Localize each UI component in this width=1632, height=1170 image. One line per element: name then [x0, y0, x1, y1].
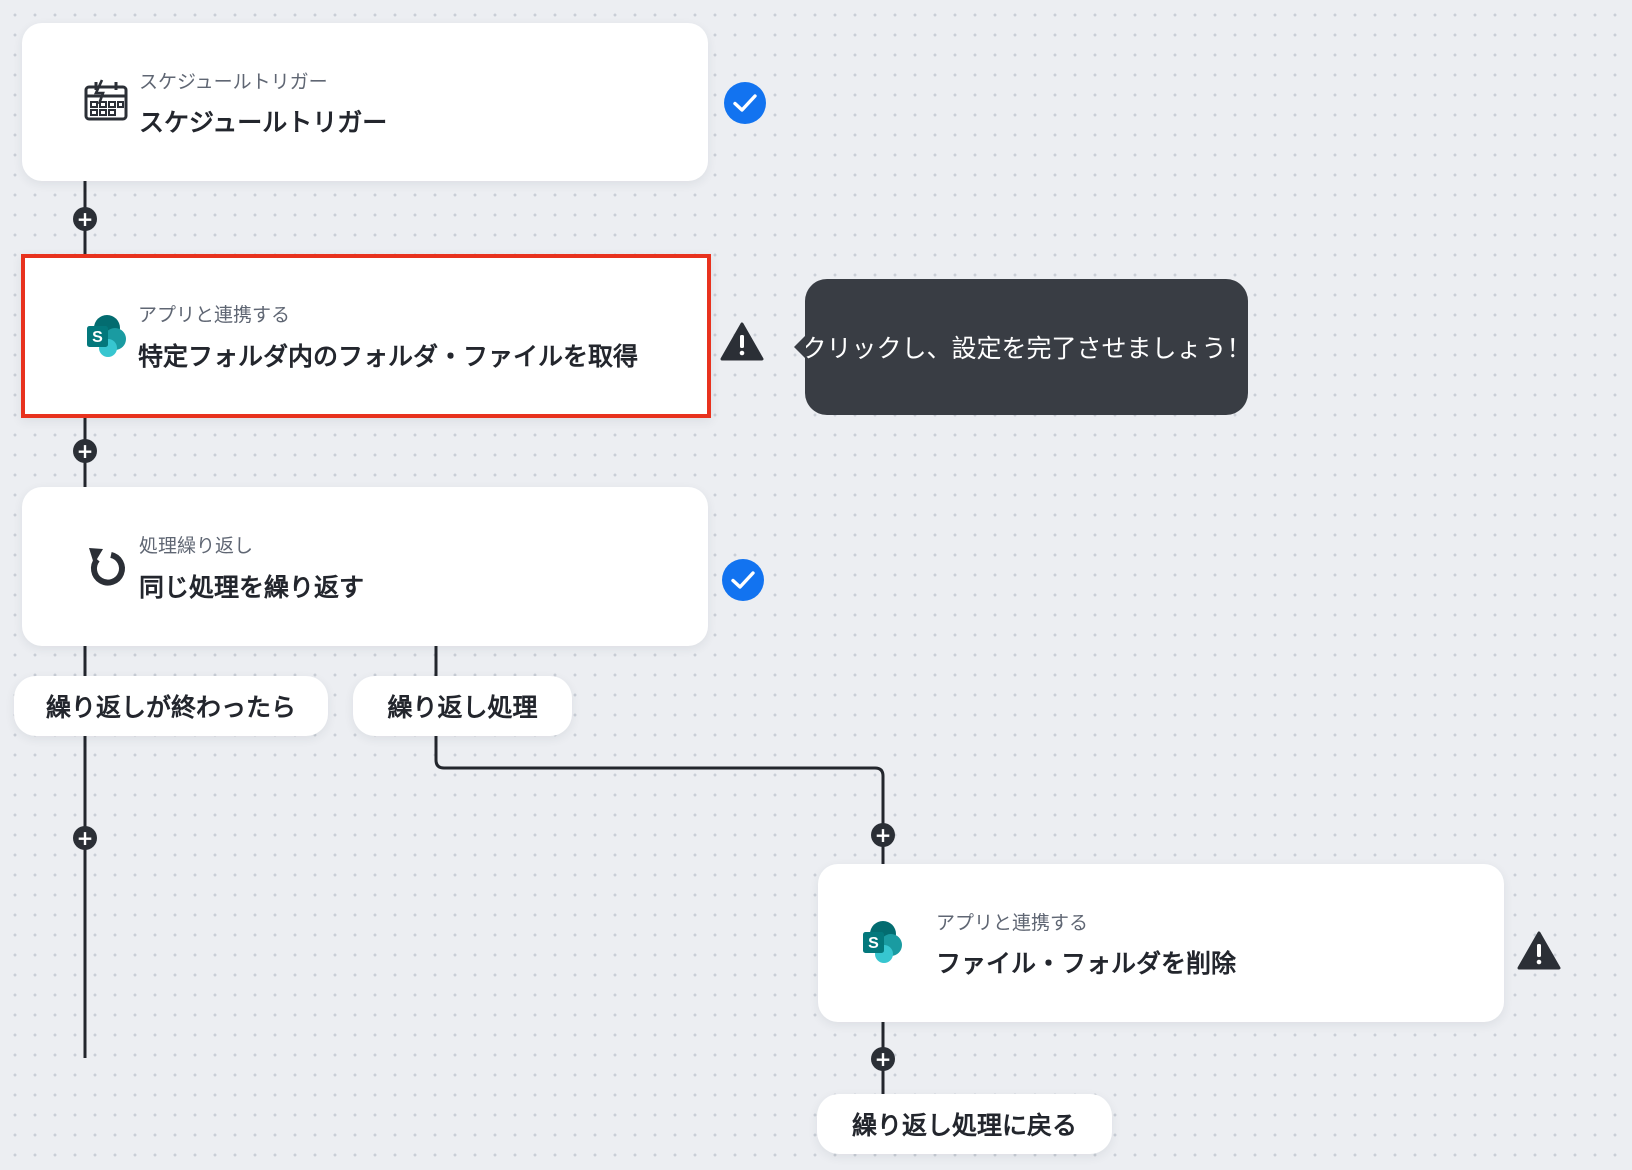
add-step-button[interactable]: + — [73, 207, 97, 231]
setup-hint-tooltip: クリックし、設定を完了させましょう！ — [794, 279, 1252, 415]
tooltip-arrow — [794, 335, 806, 359]
step-card-loop[interactable]: 処理繰り返し 同じ処理を繰り返す — [22, 487, 708, 646]
loop-icon — [78, 538, 134, 594]
step-title: 特定フォルダ内のフォルダ・ファイルを取得 — [138, 342, 639, 371]
status-warning-icon — [720, 320, 764, 364]
svg-text:S: S — [92, 329, 103, 346]
step-category: アプリと連携する — [936, 912, 1089, 934]
step-category: アプリと連携する — [138, 304, 291, 326]
step-card-schedule-trigger[interactable]: スケジュールトリガー スケジュールトリガー — [22, 23, 708, 181]
status-complete-icon — [721, 558, 765, 602]
step-category: スケジュールトリガー — [139, 71, 328, 93]
step-category: 処理繰り返し — [139, 535, 254, 557]
tooltip-text: クリックし、設定を完了させましょう！ — [801, 334, 1252, 363]
sharepoint-icon: S — [79, 309, 135, 365]
add-step-button[interactable]: + — [73, 826, 97, 850]
branch-after-loop[interactable]: 繰り返しが終わったら — [14, 676, 328, 736]
status-complete-icon — [723, 81, 767, 125]
step-title: ファイル・フォルダを削除 — [936, 949, 1237, 978]
step-title: 同じ処理を繰り返す — [139, 573, 365, 602]
flow-canvas: スケジュールトリガー スケジュールトリガー + S アプリと連携する 特定フォル… — [0, 0, 1632, 1170]
schedule-trigger-icon — [78, 73, 134, 129]
step-card-delete-file-folder[interactable]: S アプリと連携する ファイル・フォルダを削除 — [818, 864, 1504, 1022]
add-step-button[interactable]: + — [73, 439, 97, 463]
branch-loop-body[interactable]: 繰り返し処理 — [353, 676, 572, 736]
status-warning-icon — [1517, 929, 1561, 973]
branch-back-to-loop[interactable]: 繰り返し処理に戻る — [817, 1094, 1112, 1154]
sharepoint-icon: S — [855, 915, 911, 971]
add-step-button[interactable]: + — [871, 1047, 895, 1071]
connector-body-branch-to-delete — [434, 736, 885, 864]
step-card-get-folder-files[interactable]: S アプリと連携する 特定フォルダ内のフォルダ・ファイルを取得 — [21, 254, 711, 418]
step-title: スケジュールトリガー — [139, 108, 388, 137]
add-step-button[interactable]: + — [871, 823, 895, 847]
svg-text:S: S — [868, 935, 879, 952]
